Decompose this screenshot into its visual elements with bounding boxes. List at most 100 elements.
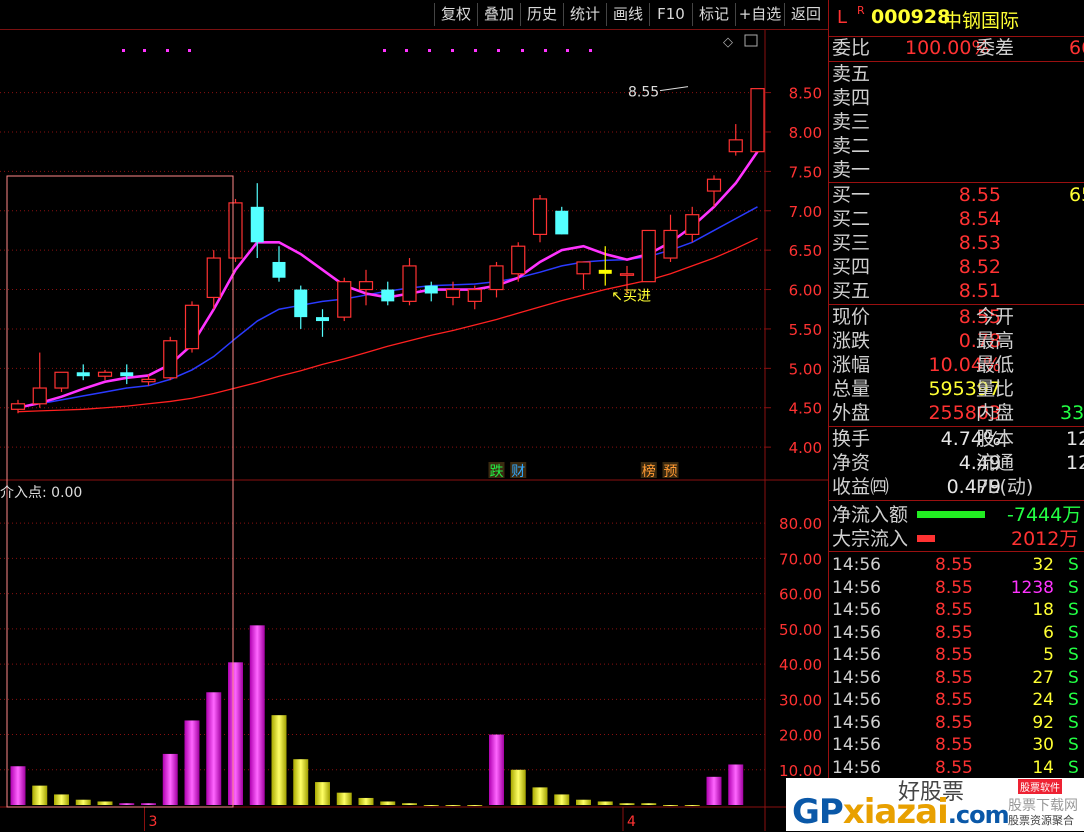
sell-label: 卖三	[832, 111, 871, 133]
candle	[337, 277, 352, 322]
tick-row: 14:56 8.55 18 S	[829, 598, 1084, 622]
stat-row: 涨幅 10.04% 最低	[829, 353, 1084, 377]
toolbar-button-7[interactable]: +自选	[735, 3, 784, 26]
price-tick-label: 6.00	[789, 282, 822, 300]
buy-row: 买四 8.52	[829, 255, 1084, 279]
candle	[489, 261, 504, 298]
volume-bar	[184, 720, 200, 805]
weicha-label: 委差	[976, 37, 1015, 59]
tick-time: 14:56	[832, 757, 881, 778]
candle	[467, 285, 482, 310]
tick-price: 8.55	[935, 712, 973, 733]
quote-panel: L R 000928 中钢国际 委比100.00%委差66卖五卖四卖三卖二卖一买…	[828, 0, 1084, 831]
tick-side: S	[1068, 622, 1079, 643]
buy-price: 8.52	[958, 256, 1001, 278]
toolbar-button-0[interactable]: 复权	[434, 3, 477, 26]
toolbar: 复权 叠加 历史 统计 画线 F10 标记 +自选 返回	[0, 0, 828, 30]
sell-label: 卖二	[832, 135, 871, 157]
window-icon[interactable]	[744, 34, 758, 47]
toolbar-button-6[interactable]: 标记	[692, 3, 735, 26]
tick-time: 14:56	[832, 555, 881, 575]
volume-bar	[597, 801, 613, 805]
signal-dot	[589, 49, 592, 52]
tick-price: 8.55	[935, 577, 973, 598]
stat-value-2: 339	[1060, 402, 1084, 424]
event-label[interactable]: 预	[664, 464, 678, 480]
block-label: 大宗流入	[832, 528, 909, 550]
candle	[663, 214, 678, 262]
candle	[294, 285, 308, 329]
candle	[576, 261, 591, 290]
tick-side: S	[1068, 690, 1079, 710]
candle	[97, 369, 113, 381]
buy-price: 8.51	[958, 280, 1001, 302]
vol-tick-label: 40.00	[779, 656, 822, 674]
volume-bar	[336, 792, 352, 805]
candle	[316, 309, 329, 337]
weibi-row: 委比100.00%委差66	[829, 36, 1084, 60]
candle	[728, 124, 743, 156]
candle	[424, 281, 438, 302]
candle	[532, 195, 548, 243]
tick-row: 14:56 8.55 5 S	[829, 643, 1084, 667]
tick-vol: 30	[1032, 735, 1054, 755]
candle	[54, 371, 69, 392]
separator	[829, 500, 1084, 501]
signal-dot	[188, 49, 191, 52]
event-label[interactable]: 财	[511, 464, 525, 480]
signal-dot	[451, 49, 454, 52]
volume-bar	[423, 805, 439, 806]
buy-signal-label: ↖买进	[611, 289, 651, 305]
price-tick-label: 4.50	[789, 400, 822, 418]
toolbar-button-1[interactable]: 叠加	[477, 3, 520, 26]
watermark-right-bottom: 股票资源聚合	[1008, 814, 1074, 827]
volume-bar	[206, 692, 222, 805]
price-tick-label: 8.50	[789, 85, 822, 103]
toolbar-button-5[interactable]: F10	[649, 3, 692, 26]
toolbar-button-8[interactable]: 返回	[784, 3, 827, 26]
time-tick-label: 4	[627, 814, 636, 830]
buy-label: 买三	[832, 232, 871, 254]
stat-label-2: 最高	[976, 330, 1015, 352]
candle	[358, 269, 374, 306]
buy-price: 8.55	[958, 184, 1001, 206]
signal-dot	[428, 49, 431, 52]
volume-bar	[10, 766, 26, 805]
tick-time: 14:56	[832, 577, 881, 598]
candle	[76, 364, 90, 381]
tick-price: 8.55	[935, 622, 973, 643]
tick-price: 8.55	[935, 667, 973, 688]
tick-side: S	[1068, 712, 1079, 733]
sell-label: 卖四	[832, 87, 871, 109]
tick-price: 8.55	[935, 690, 973, 710]
tick-vol: 6	[1043, 622, 1054, 643]
diamond-icon[interactable]: ◇	[723, 35, 733, 50]
volume-bar	[54, 794, 69, 805]
volume-bar	[554, 794, 570, 805]
volume-bar	[684, 805, 700, 806]
signal-dot	[166, 49, 169, 52]
tick-vol: 5	[1043, 645, 1054, 665]
stock-title: L R 000928 中钢国际	[829, 0, 1084, 37]
buy-price: 8.53	[958, 232, 1001, 254]
toolbar-button-3[interactable]: 统计	[563, 3, 606, 26]
weicha-value: 66	[1069, 37, 1084, 59]
candle	[272, 246, 286, 282]
buy-label: 买四	[832, 256, 871, 278]
tick-row: 14:56 8.55 6 S	[829, 621, 1084, 645]
kline-chart[interactable]: 8.50 8.00 7.50 7.00 6.50 6.00 5.50 5.00 4.50 4.00…	[0, 30, 828, 831]
buy-row: 买二 8.54	[829, 207, 1084, 231]
signal-dot	[497, 49, 500, 52]
candle	[685, 206, 700, 243]
toolbar-button-4[interactable]: 画线	[606, 3, 649, 26]
tick-vol: 18	[1032, 600, 1054, 620]
volume-bar	[619, 803, 635, 805]
vol-tick-label: 60.00	[779, 586, 822, 604]
toolbar-button-2[interactable]: 历史	[520, 3, 563, 26]
event-label[interactable]: 榜	[642, 463, 656, 480]
volume-bar	[228, 662, 243, 805]
sell-row: 卖一	[829, 158, 1084, 182]
event-label[interactable]: 跌	[490, 464, 504, 480]
sell-row: 卖三	[829, 110, 1084, 134]
candle	[555, 206, 569, 235]
